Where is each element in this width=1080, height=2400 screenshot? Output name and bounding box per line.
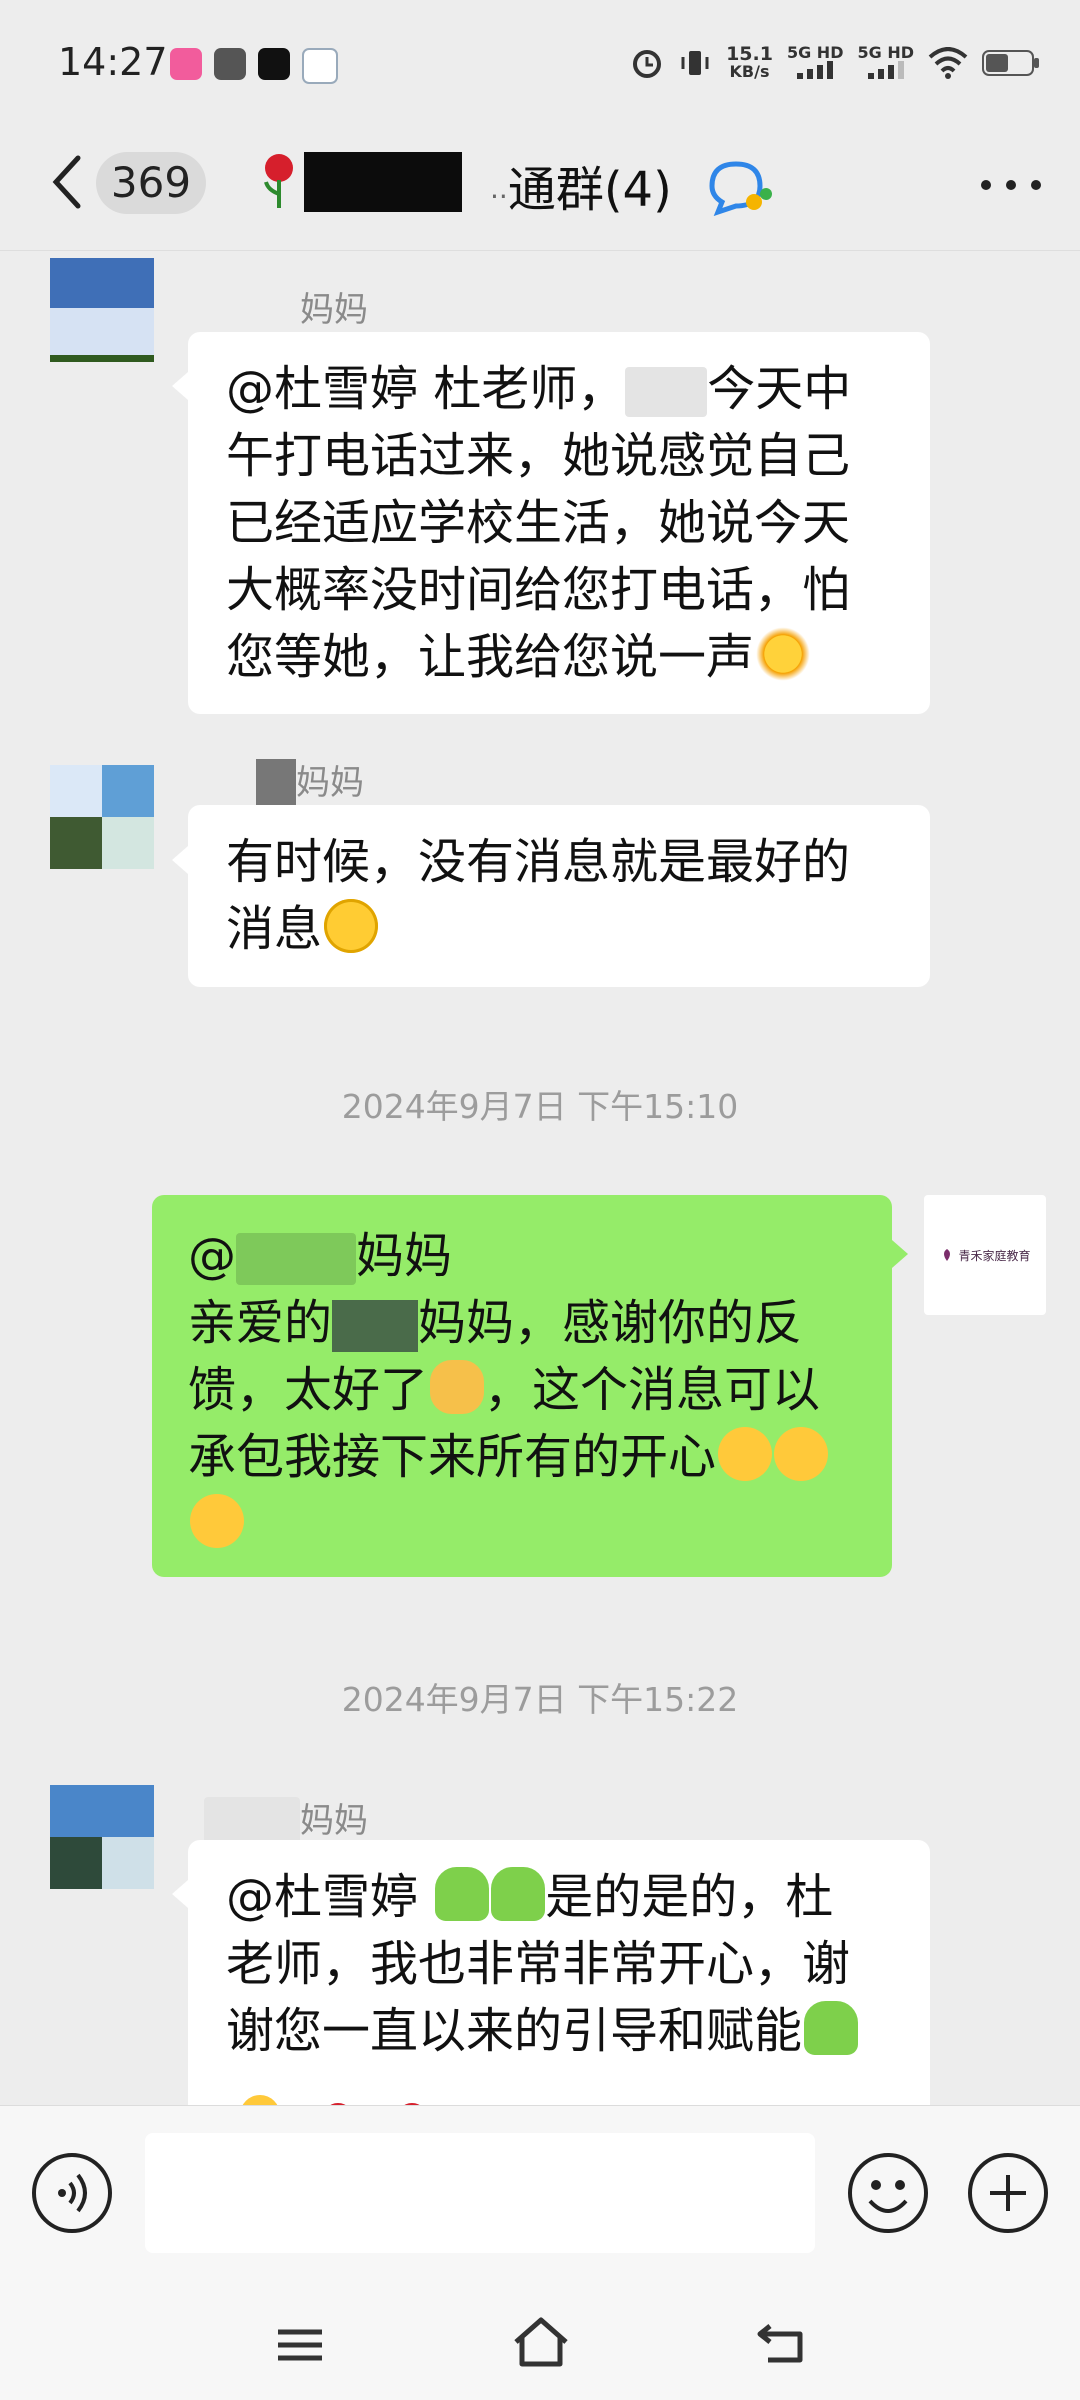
input-bar [0, 2105, 1080, 2291]
message-line: 午打电话过来，她说感觉自己 [226, 428, 851, 484]
back-icon[interactable] [752, 2318, 808, 2368]
signal-bars-icon [867, 61, 904, 79]
network-speed: 15.1 KB/s [726, 43, 773, 81]
voice-icon[interactable] [30, 2151, 114, 2235]
message-bubble-self[interactable]: @ 妈妈 亲爱的 妈妈，感谢你的反 馈，太好了 ，这个消息可以 承包我接下来所有的开心 [152, 1195, 892, 1577]
message-bubble[interactable]: @杜雪婷 杜老师， 今天中 午打电话过来，她说感觉自己 已经适应学校生活，她说今天… [188, 332, 930, 714]
message-line: 大概率没时间给您打电话，怕 [226, 562, 851, 618]
sender-name: 妈妈 [300, 290, 368, 330]
message-line: 消息 [226, 896, 850, 963]
message-bubble[interactable]: 有时候，没有消息就是最好的 消息 [188, 805, 930, 987]
message-line: 馈，太好了 ，这个消息可以 [188, 1360, 821, 1418]
giggle-emoji-icon [774, 1427, 829, 1481]
self-avatar[interactable]: 青禾家庭教育 [924, 1195, 1046, 1315]
cloud-app-icon [302, 48, 338, 84]
fist-emoji-icon [430, 1360, 485, 1414]
giggle-emoji-icon [190, 1494, 244, 1548]
status-right-group: 15.1 KB/s 5G HD 5G HD [630, 44, 1040, 82]
avatar[interactable] [50, 1785, 154, 1889]
tiktok-icon [258, 48, 290, 80]
menu-icon[interactable] [272, 2320, 328, 2370]
person-emoji-icon [804, 2001, 859, 2055]
message-line: @杜雪婷 是的是的，杜 [226, 1867, 834, 1925]
signal-sim2: 5G HD [857, 44, 914, 82]
chat-title: ··通群(4) [490, 162, 672, 218]
app-notification-icon [170, 48, 202, 80]
wifi-icon [928, 47, 968, 79]
blurred-text [625, 367, 708, 417]
sender-name: 妈妈 [256, 755, 364, 811]
logo-icon [944, 1249, 951, 1261]
signal-sim1: 5G HD [787, 44, 843, 82]
status-time: 14:27 [58, 40, 168, 84]
avatar[interactable] [50, 765, 154, 869]
message-line: @杜雪婷 杜老师， 今天中 [226, 361, 852, 417]
system-nav-bar [0, 2290, 1080, 2400]
message-line [188, 1491, 828, 1558]
message-line: 老师，我也非常非常开心，谢 [226, 1936, 851, 1992]
chat-header: 369 ··通群(4) [0, 130, 1080, 251]
message-bubble[interactable]: @杜雪婷 是的是的，杜 老师，我也非常非常开心，谢 谢您一直以来的引导和赋能 [188, 1840, 930, 2140]
avatar[interactable] [50, 258, 154, 362]
message-line: 有时候，没有消息就是最好的 [226, 834, 851, 890]
emoji-icon[interactable] [846, 2151, 930, 2235]
bubble-tail [892, 1240, 908, 1268]
message-line: 谢您一直以来的引导和赋能 [226, 1998, 859, 2065]
message-input[interactable] [145, 2133, 815, 2253]
plus-icon[interactable] [966, 2151, 1050, 2235]
sun-emoji-icon [756, 627, 811, 681]
person-emoji-icon [491, 1867, 546, 1921]
bubble-tail [172, 1880, 188, 1908]
status-bar: 14:27 15.1 KB/s 5G HD 5G HD [0, 0, 1080, 130]
alarm-icon [633, 50, 662, 78]
mail-notification-icon [214, 48, 246, 80]
smirk-emoji-icon [324, 899, 379, 953]
bubble-tail [172, 846, 188, 874]
timestamp: 2024年9月7日 下午15:22 [341, 1680, 739, 1719]
blurred-text [236, 1233, 356, 1285]
message-line: 您等她，让我给您说一声 [226, 624, 851, 691]
message-line: 已经适应学校生活，她说今天 [226, 495, 851, 551]
blurred-text [332, 1300, 419, 1352]
group-chat-icon [709, 161, 772, 216]
rose-emoji-icon [262, 152, 296, 210]
bubble-tail [172, 372, 188, 400]
redacted-name [304, 152, 462, 212]
battery-icon [982, 50, 1039, 76]
message-line: 承包我接下来所有的开心 [188, 1424, 829, 1491]
blurred-text [256, 758, 296, 811]
message-line: @ 妈妈 [188, 1228, 453, 1285]
home-icon[interactable] [510, 2314, 572, 2370]
chevron-left-icon[interactable] [48, 152, 84, 212]
giggle-emoji-icon [718, 1427, 773, 1481]
person-emoji-icon [435, 1867, 490, 1921]
message-line: 亲爱的 妈妈，感谢你的反 [188, 1295, 803, 1352]
signal-bars-icon [797, 61, 834, 79]
more-icon[interactable] [976, 170, 1046, 200]
unread-count-badge[interactable]: 369 [96, 152, 206, 214]
vibrate-icon [681, 51, 709, 75]
timestamp: 2024年9月7日 下午15:10 [341, 1087, 739, 1126]
